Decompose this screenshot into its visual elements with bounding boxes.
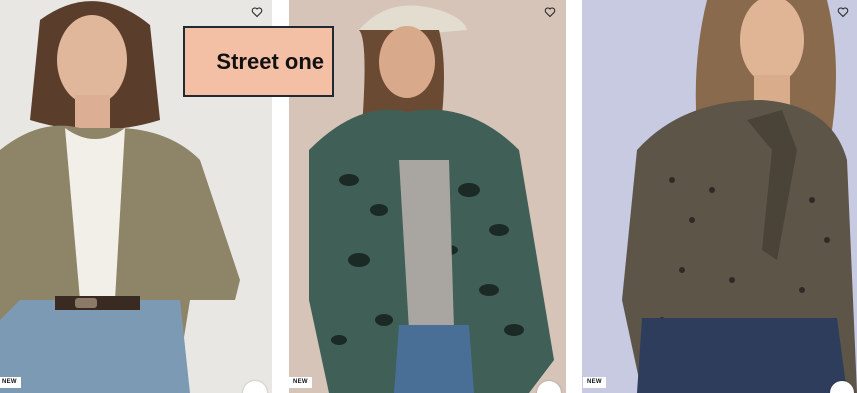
wishlist-button[interactable] [249, 4, 265, 20]
new-badge: NEW [0, 377, 21, 388]
brand-label-box: Street one [183, 26, 334, 97]
heart-outline-icon [251, 7, 263, 18]
heart-outline-icon [837, 7, 849, 18]
heart-outline-icon [544, 7, 556, 18]
new-badge: NEW [289, 377, 312, 388]
wishlist-button[interactable] [542, 4, 558, 20]
wishlist-button[interactable] [835, 4, 851, 20]
brand-label: Street one [216, 48, 324, 74]
product-card[interactable]: NEW [582, 0, 857, 393]
product-grid: NEW NEW NEW Street one [0, 0, 857, 393]
new-badge: NEW [583, 377, 606, 388]
product-image[interactable] [582, 0, 857, 393]
